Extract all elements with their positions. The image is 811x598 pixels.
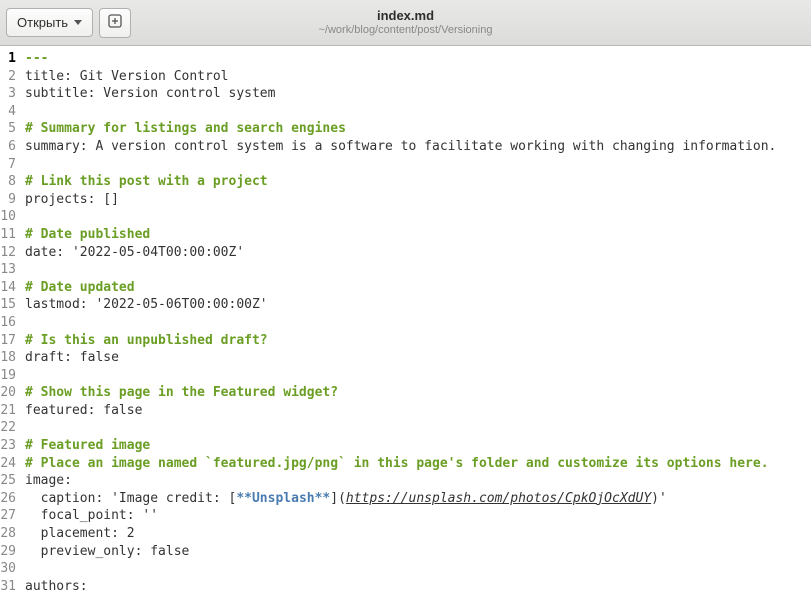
line-number: 11 [0, 226, 18, 244]
code-line[interactable]: title: Git Version Control [25, 68, 776, 86]
line-number: 21 [0, 402, 18, 420]
code-line[interactable]: featured: false [25, 402, 776, 420]
line-number: 16 [0, 314, 18, 332]
code-line[interactable]: caption: 'Image credit: [**Unsplash**](h… [25, 490, 776, 508]
line-number: 14 [0, 279, 18, 297]
line-number: 3 [0, 85, 18, 103]
code-line[interactable]: # Featured image [25, 437, 776, 455]
code-line[interactable]: focal_point: '' [25, 507, 776, 525]
line-number: 5 [0, 120, 18, 138]
code-line[interactable]: # Date updated [25, 279, 776, 297]
code-line[interactable] [25, 261, 776, 279]
code-line[interactable]: placement: 2 [25, 525, 776, 543]
code-line[interactable] [25, 156, 776, 174]
line-number: 27 [0, 507, 18, 525]
file-name: index.md [206, 8, 606, 24]
code-line[interactable]: # Date published [25, 226, 776, 244]
open-button-label: Открыть [17, 15, 68, 30]
code-line[interactable]: # Show this page in the Featured widget? [25, 384, 776, 402]
line-number: 20 [0, 384, 18, 402]
line-number: 29 [0, 543, 18, 561]
code-line[interactable]: preview_only: false [25, 543, 776, 561]
editor[interactable]: 1234567891011121314151617181920212223242… [0, 46, 811, 598]
code-line[interactable] [25, 314, 776, 332]
file-path: ~/work/blog/content/post/Versioning [206, 24, 606, 37]
chevron-down-icon [74, 20, 82, 25]
line-number: 25 [0, 472, 18, 490]
line-number: 17 [0, 332, 18, 350]
line-number: 6 [0, 138, 18, 156]
code-line[interactable]: projects: [] [25, 191, 776, 209]
code-line[interactable]: # Is this an unpublished draft? [25, 332, 776, 350]
code-line[interactable]: image: [25, 472, 776, 490]
code-area[interactable]: ---title: Git Version Controlsubtitle: V… [22, 46, 776, 598]
code-line[interactable]: # Place an image named `featured.jpg/png… [25, 455, 776, 473]
line-number: 31 [0, 578, 18, 596]
line-number: 1 [0, 50, 18, 68]
code-line[interactable]: lastmod: '2022-05-06T00:00:00Z' [25, 296, 776, 314]
line-number: 10 [0, 208, 18, 226]
titlebar-left: Открыть [6, 8, 131, 38]
line-number: 15 [0, 296, 18, 314]
line-number: 8 [0, 173, 18, 191]
line-number: 28 [0, 525, 18, 543]
line-number: 30 [0, 560, 18, 578]
code-line[interactable] [25, 367, 776, 385]
new-tab-icon [107, 13, 123, 32]
line-number: 13 [0, 261, 18, 279]
line-number: 4 [0, 103, 18, 121]
code-line[interactable]: # Link this post with a project [25, 173, 776, 191]
line-number: 26 [0, 490, 18, 508]
line-number: 19 [0, 367, 18, 385]
open-button[interactable]: Открыть [6, 8, 93, 37]
code-line[interactable]: subtitle: Version control system [25, 85, 776, 103]
line-number-gutter: 1234567891011121314151617181920212223242… [0, 46, 22, 598]
line-number: 12 [0, 244, 18, 262]
line-number: 18 [0, 349, 18, 367]
code-line[interactable] [25, 208, 776, 226]
code-line[interactable]: draft: false [25, 349, 776, 367]
new-tab-button[interactable] [99, 8, 131, 38]
line-number: 9 [0, 191, 18, 209]
code-line[interactable]: authors: [25, 578, 776, 596]
code-line[interactable]: date: '2022-05-04T00:00:00Z' [25, 244, 776, 262]
line-number: 2 [0, 68, 18, 86]
code-line[interactable] [25, 419, 776, 437]
code-line[interactable] [25, 103, 776, 121]
titlebar: Открыть index.md ~/work/blog/content/pos… [0, 0, 811, 46]
line-number: 22 [0, 419, 18, 437]
line-number: 7 [0, 156, 18, 174]
code-line[interactable]: summary: A version control system is a s… [25, 138, 776, 156]
code-line[interactable] [25, 560, 776, 578]
code-line[interactable]: # Summary for listings and search engine… [25, 120, 776, 138]
code-line[interactable]: --- [25, 50, 776, 68]
line-number: 23 [0, 437, 18, 455]
title-area: index.md ~/work/blog/content/post/Versio… [206, 8, 606, 37]
line-number: 24 [0, 455, 18, 473]
